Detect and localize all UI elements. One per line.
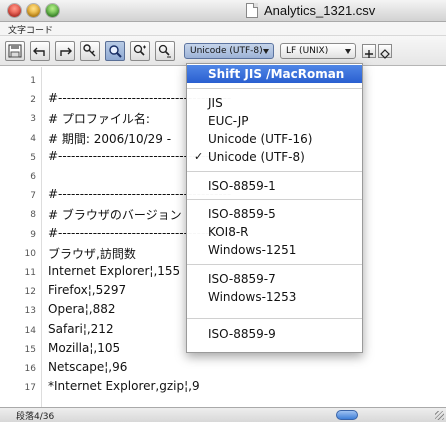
line-number: 3: [30, 114, 36, 125]
text-line: ブラウザ,訪問数: [48, 246, 136, 261]
line-number: 4: [30, 133, 36, 144]
text-line: Mozilla¦,105: [48, 340, 121, 355]
line-number-gutter: 1 2 3 4 5 6 7 8 9 10 11 12 13 14 15 16 17: [0, 67, 42, 407]
zoom-window-button[interactable]: [46, 4, 59, 17]
encoding-menu-item[interactable]: KOI8-R: [187, 223, 362, 241]
text-line: Netscape¦,96: [48, 360, 128, 374]
line-number: 15: [24, 344, 36, 355]
search-icon[interactable]: [105, 41, 125, 61]
menu-separator: [187, 318, 362, 319]
encoding-menu-item[interactable]: EUC-JP: [187, 112, 362, 130]
encoding-menu-item-label: ISO-8859-7: [208, 272, 276, 286]
toolbar: Unicode (UTF-8) LF (UNIX): [0, 36, 446, 66]
encoding-dropdown-menu: Shift JIS /MacRoman JIS EUC-JP Unicode (UTF…: [186, 63, 363, 353]
replace-icon[interactable]: [155, 41, 175, 61]
window-title: Analytics_1321.csv: [264, 3, 376, 18]
line-number: 9: [30, 229, 36, 240]
minimize-window-button[interactable]: [27, 4, 40, 17]
text-line: *Internet Explorer,gzip¦,9: [48, 379, 200, 394]
text-line: # プロファイル名:: [48, 112, 150, 127]
encoding-menu-item[interactable]: ISO-8859-9: [187, 325, 362, 343]
text-line: Safari¦,212: [48, 321, 114, 336]
encoding-menu-item-label: ISO-8859-1: [208, 179, 276, 193]
text-line: # ブラウザのバージョン: [48, 208, 182, 223]
chevron-down-icon: [345, 49, 351, 54]
menu-separator: [187, 88, 362, 89]
encoding-menu-item[interactable]: ISO-8859-7: [187, 270, 362, 288]
text-line: Firefox¦,5297: [48, 283, 127, 298]
line-number: 13: [24, 306, 36, 317]
line-number: 8: [30, 210, 36, 221]
encoding-menu-item-label: JIS: [208, 96, 223, 110]
undo-icon[interactable]: [30, 41, 50, 61]
line-ending-select[interactable]: LF (UNIX): [280, 43, 356, 59]
text-line: Opera¦,882: [48, 302, 116, 317]
resize-grip-icon[interactable]: [435, 411, 444, 420]
chevron-down-icon: [263, 49, 269, 54]
close-window-button[interactable]: [8, 4, 21, 17]
menu-separator: [187, 199, 362, 200]
encoding-menu-item-label: Shift JIS /MacRoman: [208, 67, 345, 81]
checkmark-icon: ✓: [194, 150, 204, 163]
status-bar: 段落4/36: [0, 407, 446, 422]
encoding-menu-item[interactable]: ISO-8859-1: [187, 177, 362, 195]
encoding-menu-item[interactable]: ✓ Unicode (UTF-8): [187, 148, 362, 166]
menu-bar: 文字コード: [0, 22, 446, 36]
save-icon[interactable]: [5, 41, 25, 61]
paragraph-indicator: 段落4/36: [16, 412, 55, 422]
line-number: 16: [24, 364, 36, 374]
line-number: 7: [30, 191, 36, 202]
encoding-menu-item-label: EUC-JP: [208, 114, 249, 128]
encoding-menu-item-label: Unicode (UTF-16): [208, 132, 313, 146]
menu-separator: [187, 171, 362, 172]
line-number: 14: [24, 325, 36, 336]
line-number: 1: [30, 76, 36, 86]
encoding-menu-item[interactable]: ISO-8859-5: [187, 205, 362, 223]
line-number: 11: [24, 268, 36, 278]
line-number: 2: [30, 95, 36, 106]
scroll-thumb[interactable]: [336, 410, 358, 420]
line-number: 17: [24, 383, 36, 394]
line-number: 12: [24, 287, 36, 298]
key-icon[interactable]: [80, 41, 100, 61]
encoding-menu-item[interactable]: Unicode (UTF-16): [187, 130, 362, 148]
line-number: 10: [24, 248, 36, 259]
encoding-select[interactable]: Unicode (UTF-8): [184, 43, 274, 59]
editor-window: Analytics_1321.csv 文字コード Unicode (UTF-8): [0, 0, 446, 422]
encoding-menu-item-label: ISO-8859-9: [208, 327, 276, 341]
encoding-menu-item-label: Windows-1253: [208, 290, 297, 304]
encoding-menu-item[interactable]: Windows-1251: [187, 241, 362, 259]
encoding-menu-item-label: Unicode (UTF-8): [208, 150, 305, 164]
diamond-icon[interactable]: [378, 44, 392, 59]
encoding-menu-item-label: Windows-1251: [208, 243, 297, 257]
encoding-menu-item[interactable]: Shift JIS /MacRoman: [187, 65, 362, 83]
encoding-menu-item[interactable]: JIS: [187, 94, 362, 112]
line-number: 6: [30, 172, 36, 182]
redo-icon[interactable]: [55, 41, 75, 61]
text-line: Internet Explorer¦,155: [48, 264, 181, 278]
encoding-menu-item-label: ISO-8859-5: [208, 207, 276, 221]
menu-separator: [187, 264, 362, 265]
title-bar: Analytics_1321.csv: [0, 0, 446, 22]
document-icon: [246, 3, 258, 18]
line-number: 5: [30, 152, 36, 163]
line-ending-select-value: LF (UNIX): [286, 46, 329, 56]
encoding-menu-item[interactable]: Windows-1253: [187, 288, 362, 306]
encoding-select-value: Unicode (UTF-8): [190, 46, 263, 56]
encoding-menu-item-label: KOI8-R: [208, 225, 249, 239]
text-line: # 期間: 2006/10/29 -: [48, 131, 172, 146]
plus-icon[interactable]: [362, 44, 376, 58]
find-next-icon[interactable]: [130, 41, 150, 61]
encoding-menu-label[interactable]: 文字コード: [8, 23, 53, 36]
